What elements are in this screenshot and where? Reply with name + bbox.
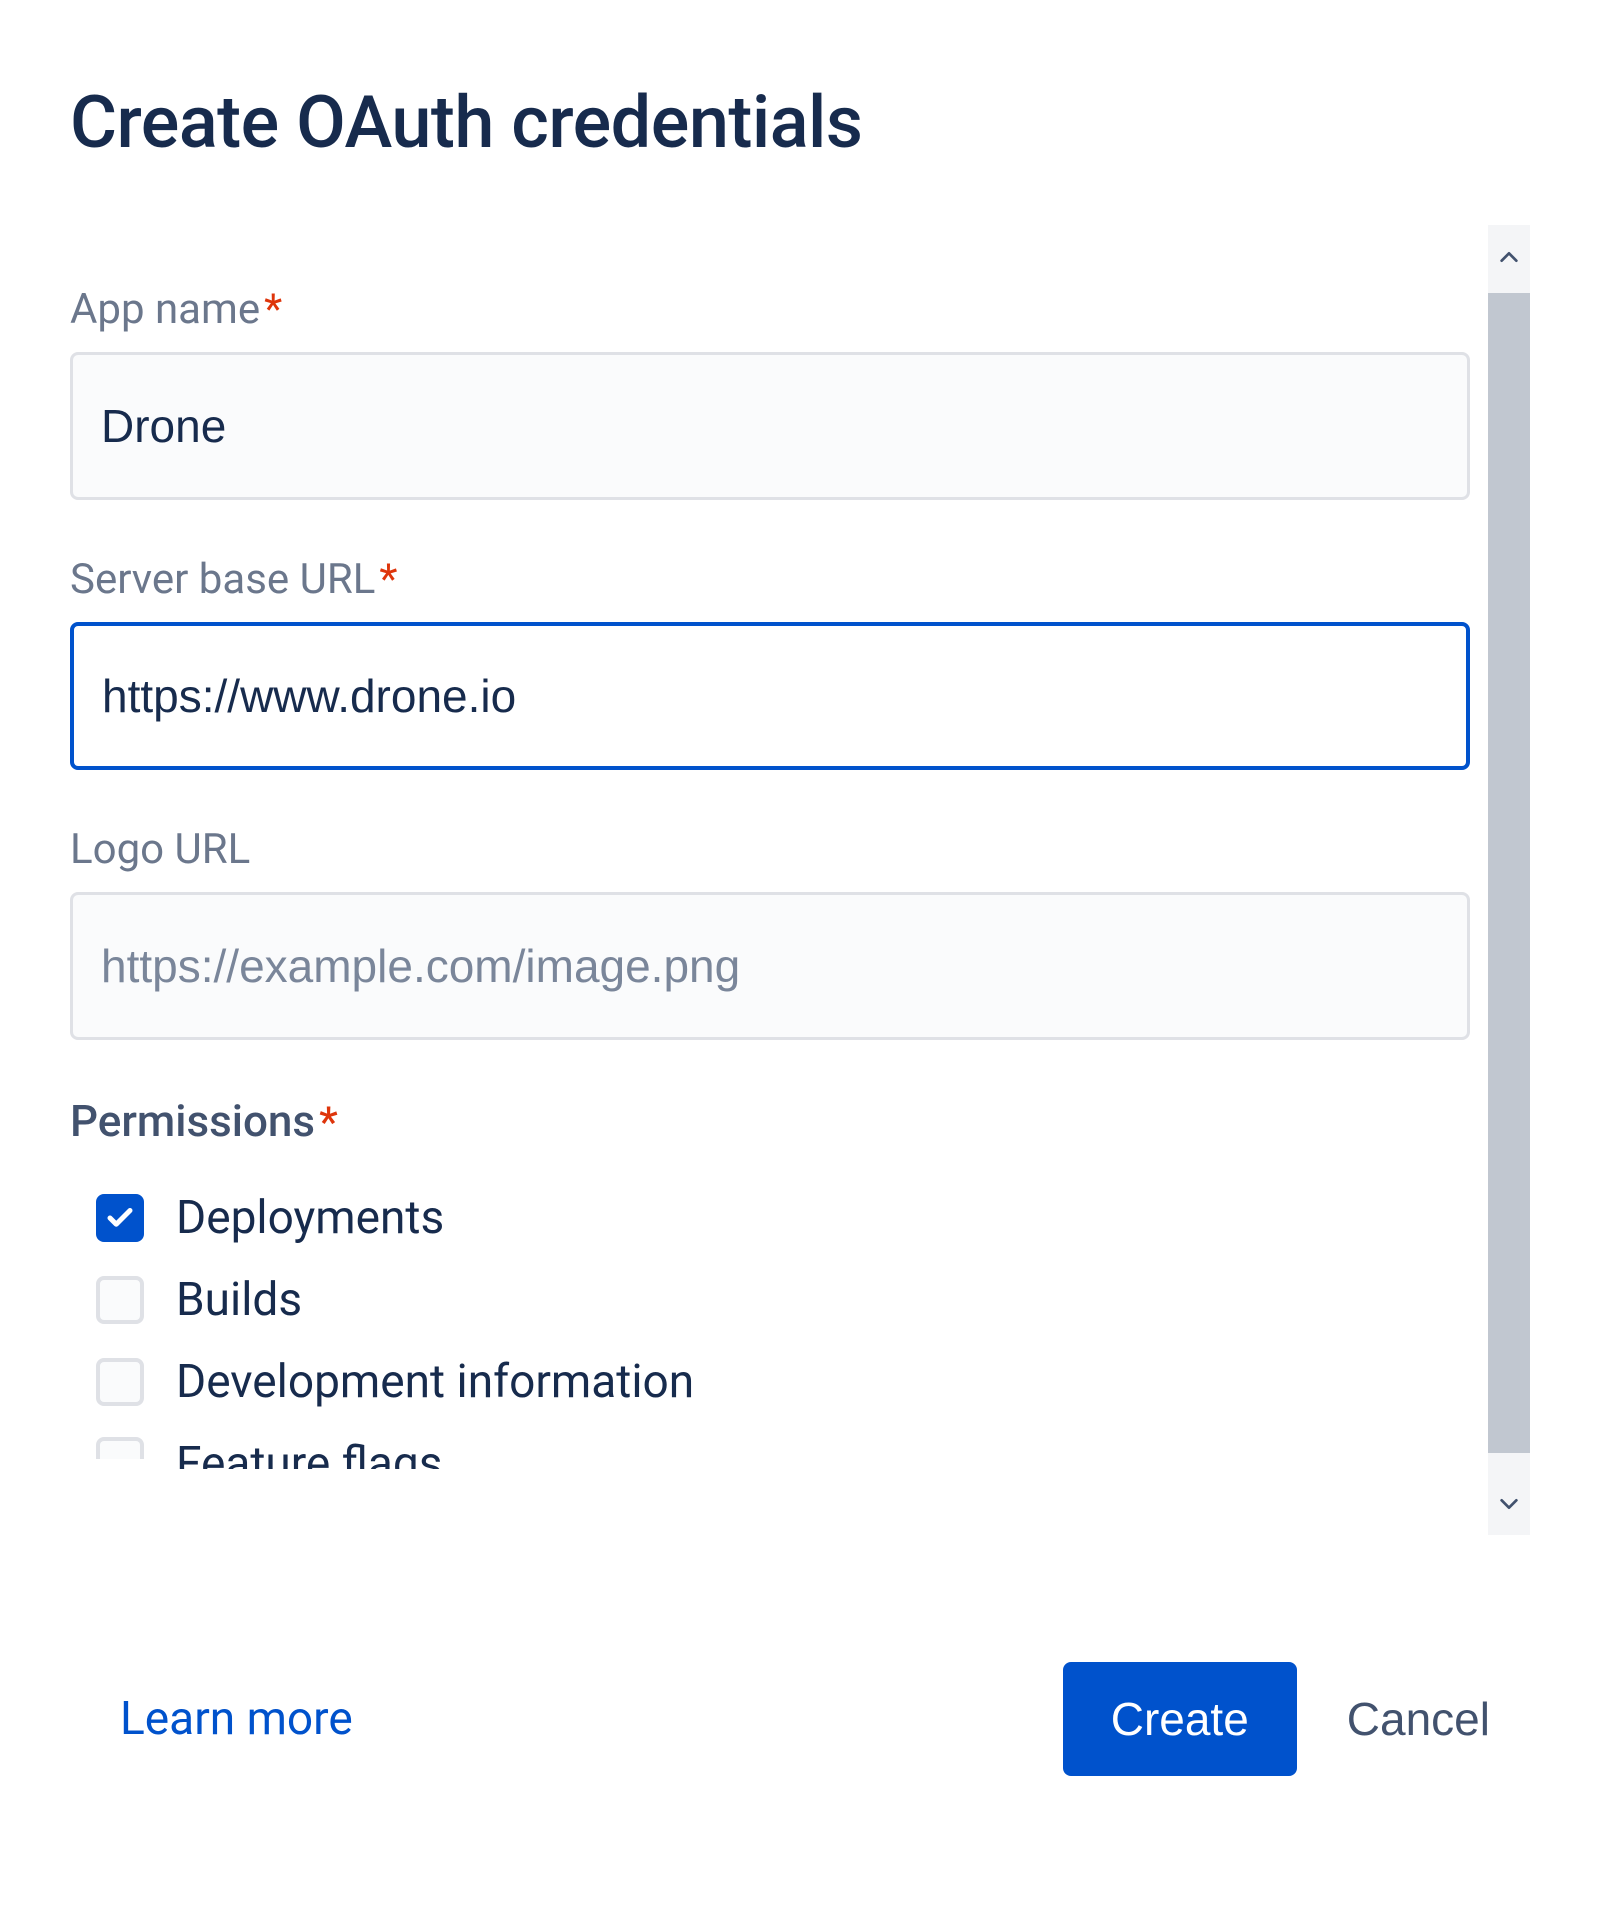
field-logo-url: Logo URL: [70, 825, 1470, 1040]
scroll-up-icon[interactable]: [1488, 229, 1530, 284]
permission-item-deployments[interactable]: Deployments: [70, 1177, 1470, 1259]
oauth-credentials-dialog: Create OAuth credentials App name* Serve…: [0, 0, 1600, 1916]
logo-url-label-text: Logo URL: [70, 825, 250, 874]
app-name-label: App name*: [70, 285, 1470, 334]
required-mark: *: [379, 555, 397, 604]
app-name-label-text: App name: [70, 285, 260, 334]
cancel-button[interactable]: Cancel: [1337, 1662, 1500, 1776]
dialog-footer: Learn more Create Cancel: [0, 1592, 1600, 1916]
permission-label: Development information: [176, 1355, 694, 1409]
learn-more-link[interactable]: Learn more: [120, 1692, 353, 1746]
create-button[interactable]: Create: [1063, 1662, 1297, 1776]
scroll-region: App name* Server base URL* Logo URL Perm…: [70, 225, 1530, 1535]
checkbox-unchecked-icon[interactable]: [96, 1358, 144, 1406]
permission-item-devinfo[interactable]: Development information: [70, 1341, 1470, 1423]
dialog-title: Create OAuth credentials: [70, 80, 1530, 165]
permission-item-builds[interactable]: Builds: [70, 1259, 1470, 1341]
checkbox-unchecked-icon[interactable]: [96, 1437, 144, 1459]
permission-label: Deployments: [176, 1191, 444, 1245]
field-server-base-url: Server base URL*: [70, 555, 1470, 770]
scroll-down-icon[interactable]: [1488, 1476, 1530, 1531]
server-base-url-label: Server base URL*: [70, 555, 1470, 604]
permission-label: Builds: [176, 1273, 302, 1327]
checkbox-checked-icon[interactable]: [96, 1194, 144, 1242]
form-body: App name* Server base URL* Logo URL Perm…: [70, 225, 1470, 1535]
required-mark: *: [264, 285, 282, 334]
logo-url-input[interactable]: [70, 892, 1470, 1040]
permission-label: Feature flags: [176, 1437, 442, 1469]
field-app-name: App name*: [70, 285, 1470, 500]
required-mark: *: [319, 1098, 338, 1147]
logo-url-label: Logo URL: [70, 825, 1470, 874]
checkbox-unchecked-icon[interactable]: [96, 1276, 144, 1324]
server-base-url-input[interactable]: [70, 622, 1470, 770]
permissions-heading-text: Permissions: [70, 1095, 315, 1147]
app-name-input[interactable]: [70, 352, 1470, 500]
permission-item-featureflags-cutoff[interactable]: Feature flags: [70, 1437, 1470, 1469]
server-base-url-label-text: Server base URL: [70, 555, 375, 604]
scrollbar-track[interactable]: [1488, 225, 1530, 1535]
scrollbar-thumb[interactable]: [1488, 293, 1530, 1453]
permissions-heading: Permissions*: [70, 1095, 1470, 1147]
